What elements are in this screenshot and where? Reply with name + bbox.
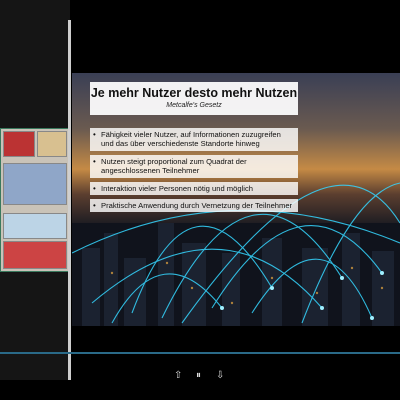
presentation-slide: Je mehr Nutzer desto mehr Nutzen Metcalf… [72, 73, 400, 326]
video-thumbnail[interactable] [0, 128, 70, 272]
thumbnail-image-4 [3, 213, 67, 239]
thumbnail-image-1 [3, 131, 35, 157]
bullet-list: • Fähigkeit vieler Nutzer, auf Informatio… [90, 128, 298, 216]
panel-divider[interactable] [68, 20, 71, 380]
left-panel [0, 0, 70, 380]
bullet-item: • Praktische Anwendung durch Vernetzung d… [90, 199, 298, 213]
bullet-item: • Interaktion vieler Personen nötig und m… [90, 181, 298, 196]
slide-title: Je mehr Nutzer desto mehr Nutzen [90, 86, 298, 100]
bullet-item: • Nutzen steigt proportional zum Quadrat … [90, 154, 298, 178]
next-slide-icon[interactable]: ⇩ [216, 370, 224, 381]
pause-icon[interactable]: ⏸ [196, 370, 201, 381]
bullet-dot-icon: • [93, 130, 96, 139]
previous-slide-icon[interactable]: ⇧ [174, 370, 182, 381]
slide-subtitle: Metcalfe's Gesetz [166, 102, 222, 109]
bullet-dot-icon: • [93, 156, 96, 166]
bullet-dot-icon: • [93, 183, 96, 193]
bullet-item: • Fähigkeit vieler Nutzer, auf Informatio… [90, 128, 298, 151]
progress-line[interactable] [0, 352, 400, 354]
playback-controls: ⇧ ⏸ ⇩ [170, 370, 230, 386]
thumbnail-image-2 [37, 131, 67, 157]
thumbnail-image-5 [3, 241, 67, 269]
bullet-dot-icon: • [93, 201, 96, 211]
thumbnail-image-3 [3, 163, 67, 205]
slide-title-box: Je mehr Nutzer desto mehr Nutzen Metcalf… [90, 82, 298, 115]
